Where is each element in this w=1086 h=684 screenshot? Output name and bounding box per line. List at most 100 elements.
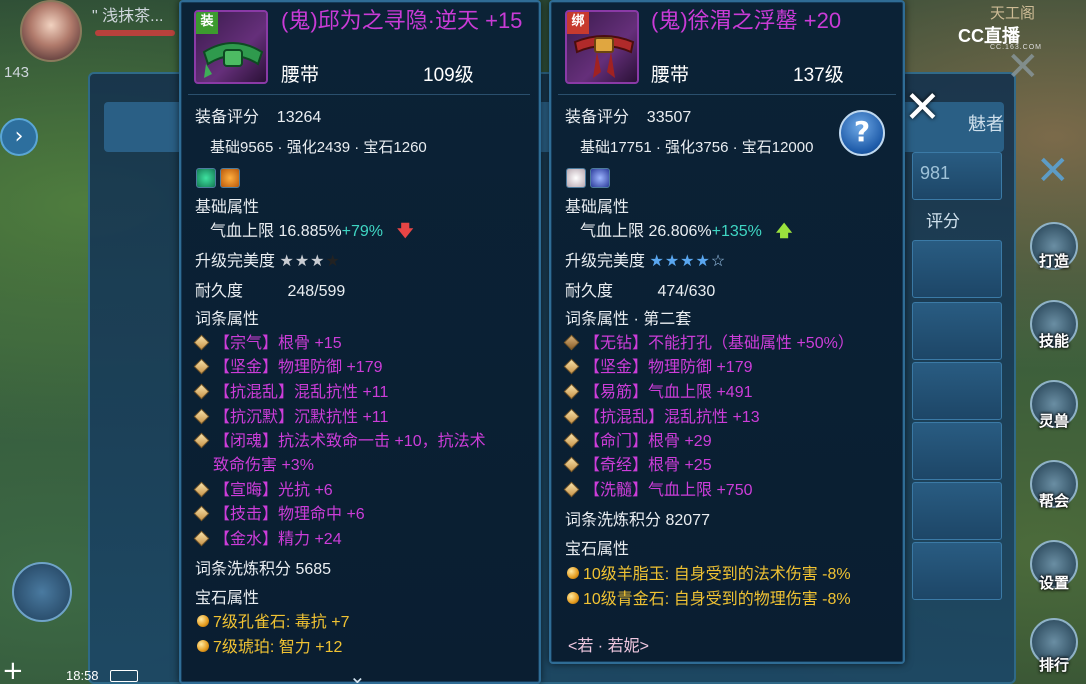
- affix-row: 【坚金】物理防御 +179: [563, 358, 753, 378]
- background-list-cell[interactable]: [912, 542, 1002, 600]
- affix-text: 抗法术致命一击 +10，抗法术: [278, 433, 486, 450]
- affix-row: 【奇经】根骨 +25: [563, 456, 712, 476]
- affix-tag: 【抗沉默】: [214, 409, 295, 426]
- bound-tag: 装: [196, 12, 218, 34]
- background-value: 981: [920, 163, 951, 183]
- background-list-cell[interactable]: [912, 240, 1002, 298]
- arrow-down-icon: 🡇: [397, 223, 414, 240]
- divider: [188, 94, 530, 95]
- chevron-down-icon[interactable]: ⌄: [349, 664, 366, 684]
- player-hp-bar: [95, 30, 175, 36]
- affix-text: 根骨 +15: [278, 335, 342, 352]
- gem-text: 10级青金石: 自身受到的物理伤害 -8%: [583, 591, 851, 608]
- item-name: (鬼)邱为之寻隐·逆天 +15: [281, 8, 523, 33]
- diamond-bullet-icon: [193, 408, 210, 425]
- affix-label: 词条属性 · 第二套: [565, 311, 692, 328]
- affix-tag: 【抗混乱】: [214, 384, 295, 401]
- system-clock: 18:58: [66, 668, 99, 683]
- affix-text: 气血上限 +491: [648, 384, 753, 401]
- affix-tag: 【坚金】: [214, 359, 279, 376]
- belt-item-icon: 装: [194, 10, 268, 84]
- affix-text: 物理命中 +6: [278, 506, 365, 523]
- background-close-icon[interactable]: ✕: [1036, 148, 1070, 194]
- player-level: 143: [4, 64, 30, 81]
- diamond-bullet-icon: [563, 456, 580, 473]
- affix-text: 致命伤害 +3%: [213, 457, 314, 474]
- affix-row: 【坚金】物理防御 +179: [193, 358, 383, 378]
- question-icon[interactable]: ?: [839, 110, 885, 156]
- diamond-bullet-icon: [563, 408, 580, 425]
- affix-row: 【洗髓】气血上限 +750: [563, 481, 753, 501]
- gem-text: 7级琥珀: 智力 +12: [213, 639, 343, 656]
- belt-item-icon: 绑: [565, 10, 639, 84]
- affix-tag: 【金水】: [214, 531, 279, 548]
- score-row: 装备评分 13264: [195, 108, 321, 128]
- side-button-guild[interactable]: 帮会: [1030, 490, 1078, 511]
- background-list-cell[interactable]: [912, 362, 1002, 420]
- perfection-row: 升级完美度 ★★★★☆: [565, 252, 726, 272]
- lapis-gem-icon: [590, 168, 610, 188]
- close-icon[interactable]: ✕: [904, 82, 941, 133]
- gem-row: 7级琥珀: 智力 +12: [197, 638, 342, 658]
- affix-row: 【闭魂】抗法术致命一击 +10，抗法术: [193, 432, 486, 452]
- affix-text: 精力 +24: [278, 531, 342, 548]
- affix-tag: 【无钻】: [584, 335, 649, 352]
- refine-label: 词条洗炼积分: [195, 561, 292, 578]
- affix-text: 不能打孔（基础属性 +50%）: [648, 335, 854, 352]
- side-button-pet[interactable]: 灵兽: [1030, 410, 1078, 431]
- diamond-bullet-icon: [193, 334, 210, 351]
- swirl-bullet-icon: [563, 334, 580, 351]
- diamond-bullet-icon: [563, 383, 580, 400]
- affix-row-continued: 致命伤害 +3%: [213, 456, 314, 476]
- emerald-gem-icon: [196, 168, 216, 188]
- affix-tag: 【易筋】: [584, 384, 649, 401]
- location-label: 天工阁: [990, 5, 1036, 22]
- item-level: 137级: [793, 65, 844, 86]
- background-list-cell[interactable]: [912, 302, 1002, 360]
- star-rating-icon: ★★★★☆: [649, 253, 727, 270]
- affix-text: 光抗 +6: [278, 482, 333, 499]
- item-type: 腰带: [651, 65, 690, 86]
- base-attr-label: 基础属性: [195, 199, 260, 216]
- affix-row: 【抗混乱】混乱抗性 +13: [563, 408, 760, 428]
- affix-row: 【易筋】气血上限 +491: [563, 383, 753, 403]
- affix-tag: 【命门】: [584, 433, 649, 450]
- mount-icon[interactable]: [12, 562, 72, 622]
- score-row: 装备评分 33507: [565, 108, 691, 128]
- refine-value: 82077: [665, 512, 710, 529]
- affix-tag: 【宗气】: [214, 335, 279, 352]
- side-button-settings[interactable]: 设置: [1030, 572, 1078, 593]
- expand-arrow-icon[interactable]: ›: [0, 118, 38, 156]
- side-button-skill[interactable]: 技能: [1030, 330, 1078, 351]
- gem-row: 10级青金石: 自身受到的物理伤害 -8%: [567, 590, 851, 610]
- base-attr-delta: +135%: [711, 223, 762, 240]
- item-level: 109级: [423, 65, 474, 86]
- score-breakdown: 基础9565 · 强化2439 · 宝石1260: [210, 139, 427, 156]
- plus-icon[interactable]: +: [2, 656, 24, 684]
- affix-text: 混乱抗性 +13: [664, 409, 760, 426]
- background-tab-label[interactable]: 魅者: [968, 110, 1004, 136]
- player-avatar[interactable]: [20, 0, 82, 62]
- score-label: 装备评分: [565, 109, 630, 126]
- side-button-craft[interactable]: 打造: [1030, 250, 1078, 271]
- background-close-icon[interactable]: ✕: [1006, 44, 1040, 90]
- durability-value: 474/630: [657, 283, 716, 300]
- background-column-label: 评分: [926, 212, 960, 231]
- gem-label: 宝石属性: [195, 590, 260, 607]
- side-button-ranking[interactable]: 排行: [1030, 654, 1078, 675]
- affix-text: 沉默抗性 +11: [294, 409, 389, 426]
- background-list-cell[interactable]: [912, 422, 1002, 480]
- diamond-bullet-icon: [193, 505, 210, 522]
- refine-value: 5685: [295, 561, 332, 578]
- affix-row: 【抗混乱】混乱抗性 +11: [193, 383, 388, 403]
- player-name: " 浅抹茶...: [92, 8, 164, 25]
- refine-row: 词条洗炼积分 82077: [565, 511, 710, 531]
- gem-bullet-icon: [567, 592, 579, 604]
- bound-tag: 绑: [567, 12, 589, 34]
- affix-text: 物理防御 +179: [648, 359, 753, 376]
- base-attr-delta: +79%: [341, 223, 383, 240]
- background-list-cell[interactable]: [912, 482, 1002, 540]
- refine-row: 词条洗炼积分 5685: [195, 560, 331, 580]
- amber-gem-icon: [220, 168, 240, 188]
- affix-text: 气血上限 +750: [648, 482, 753, 499]
